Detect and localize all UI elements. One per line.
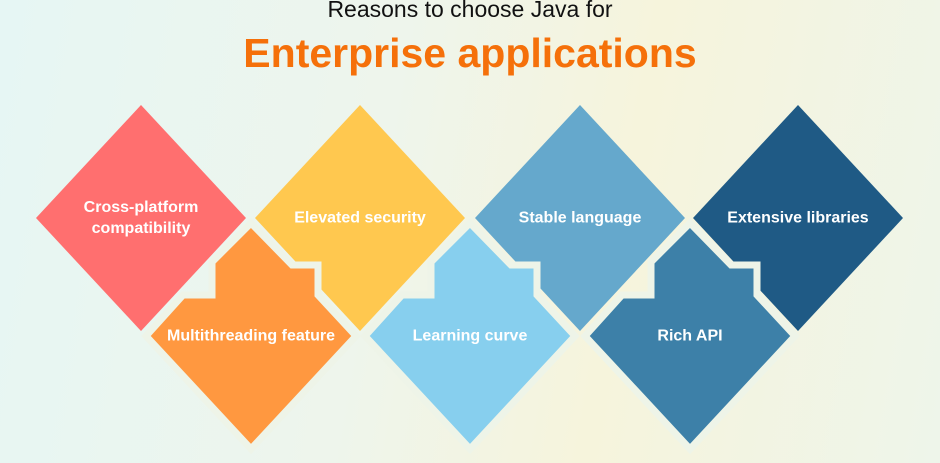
reason-label: Cross-platform compatibility <box>83 199 199 237</box>
reason-label: Rich API <box>657 327 723 345</box>
reason-label: Multithreading feature <box>166 327 335 345</box>
reason-label: Elevated security <box>294 209 426 227</box>
reason-label: Stable language <box>518 209 642 227</box>
reason-label: Extensive libraries <box>727 209 869 227</box>
reason-label: Learning curve <box>412 327 528 345</box>
